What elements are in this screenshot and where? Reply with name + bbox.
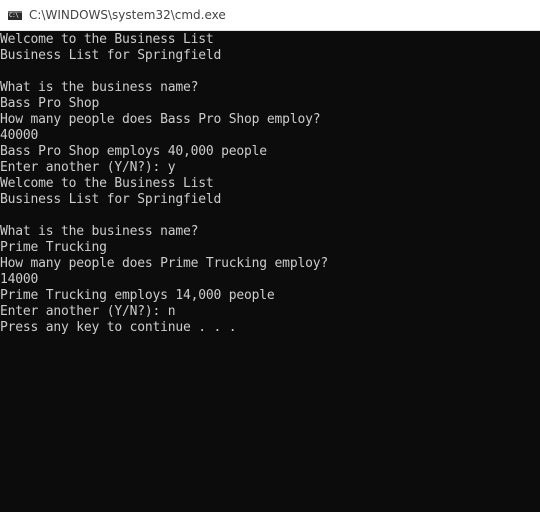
console-line: What is the business name? (0, 80, 199, 95)
console-line: What is the business name? (0, 224, 199, 239)
console-line: Enter another (Y/N?): y (0, 160, 176, 175)
cmd-icon-glyph: C:\ (9, 12, 19, 19)
console-line: Welcome to the Business List (0, 32, 214, 47)
cmd-window: C:\ C:\WINDOWS\system32\cmd.exe Welcome … (0, 0, 540, 512)
console-line: How many people does Prime Trucking empl… (0, 256, 328, 271)
console-line: 14000 (0, 272, 39, 287)
console-line: Enter another (Y/N?): n (0, 304, 176, 319)
console-line: Bass Pro Shop (0, 96, 100, 111)
console-output[interactable]: Welcome to the Business List Business Li… (0, 32, 540, 512)
console-line: Business List for Springfield (0, 48, 222, 63)
console-line: Prime Trucking employs 14,000 people (0, 288, 275, 303)
console-line: Welcome to the Business List (0, 176, 214, 191)
window-title: C:\WINDOWS\system32\cmd.exe (29, 8, 226, 22)
console-line: How many people does Bass Pro Shop emplo… (0, 112, 321, 127)
console-line: Business List for Springfield (0, 192, 222, 207)
console-line: Bass Pro Shop employs 40,000 people (0, 144, 267, 159)
console-line: 40000 (0, 128, 39, 143)
title-bar[interactable]: C:\ C:\WINDOWS\system32\cmd.exe (0, 0, 540, 31)
cmd-icon[interactable]: C:\ (8, 11, 22, 20)
console-line: Prime Trucking (0, 240, 107, 255)
console-line: Press any key to continue . . . (0, 320, 237, 335)
